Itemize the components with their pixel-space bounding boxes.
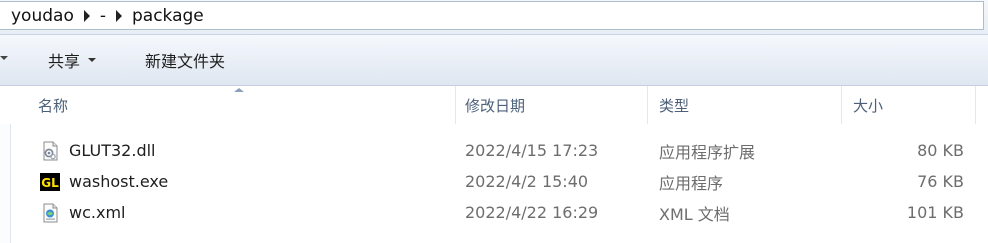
chevron-down-icon bbox=[88, 58, 97, 62]
file-type: XML 文档 bbox=[659, 204, 730, 224]
column-divider[interactable] bbox=[841, 86, 842, 124]
breadcrumb-arrow-icon[interactable] bbox=[116, 9, 122, 22]
organize-chevron-icon[interactable] bbox=[0, 56, 8, 60]
breadcrumb[interactable]: youdao - package bbox=[0, 1, 984, 30]
column-name-label: 名称 bbox=[38, 96, 69, 115]
file-type: 应用程序扩展 bbox=[659, 142, 756, 162]
file-date: 2022/4/15 17:23 bbox=[465, 141, 599, 160]
column-date-label: 修改日期 bbox=[465, 96, 526, 115]
column-type-label: 类型 bbox=[659, 96, 690, 115]
file-date: 2022/4/2 15:40 bbox=[465, 172, 589, 191]
column-type[interactable]: 类型 bbox=[651, 86, 841, 124]
file-row[interactable]: GLUT32.dll 2022/4/15 17:23 应用程序扩展 80 KB bbox=[0, 135, 988, 166]
dll-file-icon bbox=[40, 141, 60, 161]
share-label: 共享 bbox=[48, 52, 81, 71]
breadcrumb-item-package[interactable]: package bbox=[128, 6, 208, 26]
command-bar: 共享 新建文件夹 bbox=[0, 35, 988, 86]
column-name[interactable]: 名称 bbox=[30, 86, 450, 124]
file-size: 101 KB bbox=[906, 203, 964, 222]
column-size[interactable]: 大小 bbox=[845, 86, 975, 124]
breadcrumb-item-dash[interactable]: - bbox=[96, 6, 110, 26]
file-row[interactable]: GL washost.exe 2022/4/2 15:40 应用程序 76 KB bbox=[0, 166, 988, 197]
column-divider[interactable] bbox=[647, 86, 648, 124]
file-list: GLUT32.dll 2022/4/15 17:23 应用程序扩展 80 KB … bbox=[0, 135, 988, 228]
new-folder-label: 新建文件夹 bbox=[145, 52, 226, 71]
new-folder-button[interactable]: 新建文件夹 bbox=[145, 35, 225, 85]
breadcrumb-arrow-icon[interactable] bbox=[83, 9, 90, 22]
file-type: 应用程序 bbox=[659, 173, 724, 193]
file-size: 76 KB bbox=[917, 172, 964, 191]
column-divider[interactable] bbox=[455, 86, 456, 124]
file-name-cell: wc.xml bbox=[40, 197, 125, 228]
share-button[interactable]: 共享 bbox=[48, 35, 97, 85]
gl-exe-icon: GL bbox=[40, 172, 60, 192]
column-size-label: 大小 bbox=[853, 96, 884, 115]
file-name: GLUT32.dll bbox=[69, 141, 156, 160]
column-date[interactable]: 修改日期 bbox=[457, 86, 647, 124]
breadcrumb-item-youdao[interactable]: youdao bbox=[0, 6, 78, 26]
file-row[interactable]: wc.xml 2022/4/22 16:29 XML 文档 101 KB bbox=[0, 197, 988, 228]
file-name-cell: GL washost.exe bbox=[40, 166, 168, 197]
column-header: 名称 修改日期 类型 大小 bbox=[0, 86, 988, 124]
file-name-cell: GLUT32.dll bbox=[40, 135, 156, 166]
xml-file-icon bbox=[40, 203, 60, 223]
file-date: 2022/4/22 16:29 bbox=[465, 203, 599, 222]
column-divider[interactable] bbox=[975, 86, 976, 124]
address-bar: youdao - package bbox=[0, 0, 988, 35]
file-name: wc.xml bbox=[69, 203, 126, 222]
file-name: washost.exe bbox=[69, 172, 169, 191]
svg-text:GL: GL bbox=[41, 176, 59, 190]
file-size: 80 KB bbox=[917, 141, 964, 160]
